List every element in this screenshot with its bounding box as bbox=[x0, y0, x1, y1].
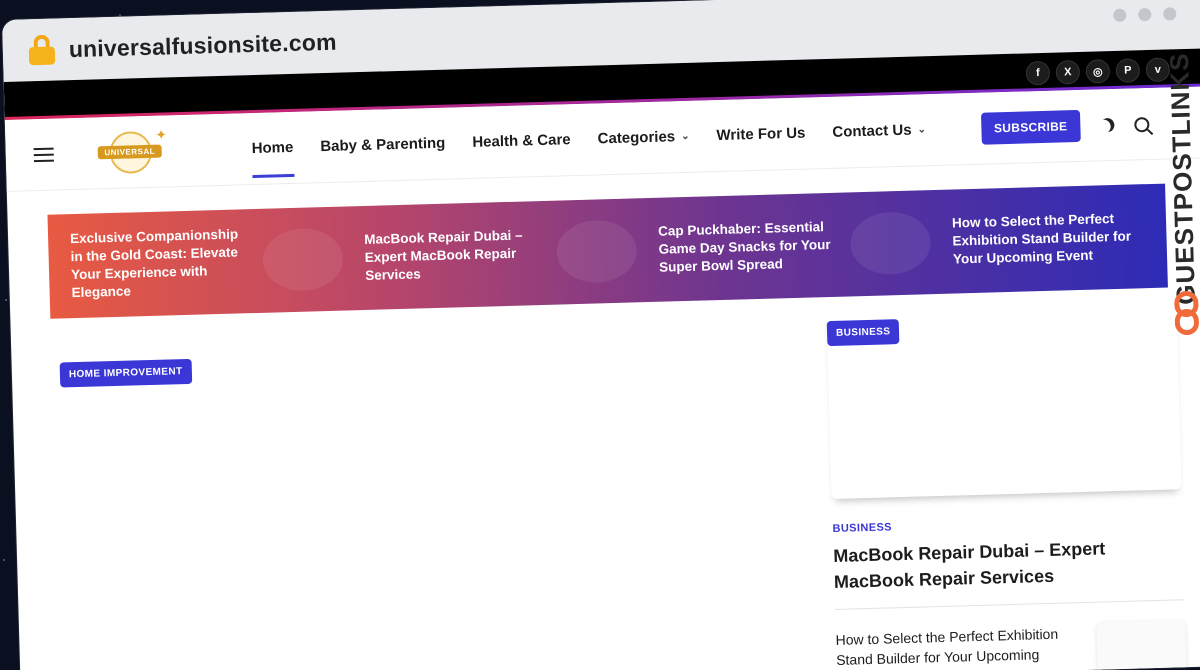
window-dot-icon[interactable] bbox=[1138, 7, 1152, 22]
featured-post-thumbnail[interactable] bbox=[555, 219, 638, 284]
logo-text: UNIVERSAL bbox=[97, 144, 162, 159]
featured-post-title[interactable]: Exclusive Companionship in the Gold Coas… bbox=[70, 225, 252, 302]
sidebar: BUSINESS BUSINESS MacBook Repair Dubai –… bbox=[826, 299, 1187, 670]
pinterest-icon[interactable]: P bbox=[1115, 58, 1141, 83]
sidebar-list-item-title[interactable]: How to Select the Perfect Exhibition Sta… bbox=[835, 623, 1085, 670]
nav-actions: SUBSCRIBE bbox=[980, 108, 1150, 145]
nav-item-categories[interactable]: Categories ⌄ bbox=[597, 101, 691, 175]
lock-icon bbox=[28, 34, 56, 66]
nav-item-health-care[interactable]: Health & Care bbox=[471, 104, 571, 178]
chevron-down-icon: ⌄ bbox=[680, 130, 690, 143]
category-badge-business[interactable]: BUSINESS bbox=[826, 319, 900, 347]
watermark-text: GUESTPOSTLINKS bbox=[1163, 52, 1200, 306]
dark-mode-moon-icon[interactable] bbox=[1098, 116, 1116, 134]
browser-window: universalfusionsite.com f X ◎ P v UNIVER… bbox=[2, 0, 1200, 670]
window-dot-icon[interactable] bbox=[1113, 8, 1127, 22]
facebook-icon[interactable]: f bbox=[1025, 60, 1051, 86]
window-dot-icon[interactable] bbox=[1163, 7, 1177, 21]
featured-post[interactable]: How to Select the Perfect Exhibition Sta… bbox=[930, 209, 1167, 270]
nav-item-label: Health & Care bbox=[472, 131, 571, 151]
nav-item-contact-us[interactable]: Contact Us ⌄ bbox=[831, 94, 927, 168]
sidebar-list-item[interactable]: How to Select the Perfect Exhibition Sta… bbox=[835, 620, 1187, 670]
nav-item-label: Home bbox=[251, 138, 294, 158]
hamburger-menu-icon[interactable] bbox=[33, 147, 54, 162]
nav-item-baby-parenting[interactable]: Baby & Parenting bbox=[319, 108, 446, 182]
featured-post-thumbnail[interactable] bbox=[261, 227, 344, 292]
x-twitter-icon[interactable]: X bbox=[1055, 59, 1081, 85]
site-logo[interactable]: UNIVERSAL ✦ bbox=[97, 126, 178, 174]
instagram-icon[interactable]: ◎ bbox=[1085, 59, 1111, 84]
featured-post[interactable]: Exclusive Companionship in the Gold Coas… bbox=[48, 223, 344, 303]
sidebar-featured-card[interactable]: BUSINESS bbox=[826, 299, 1181, 499]
search-icon[interactable] bbox=[1134, 116, 1150, 132]
featured-post[interactable]: MacBook Repair Dubai – Expert MacBook Re… bbox=[342, 219, 638, 289]
chain-link-icon bbox=[1174, 290, 1200, 336]
nav-item-home[interactable]: Home bbox=[251, 112, 295, 184]
sidebar-post-category[interactable]: BUSINESS bbox=[832, 513, 1182, 535]
address-bar-url[interactable]: universalfusionsite.com bbox=[68, 28, 337, 62]
sidebar-list-item-thumbnail[interactable] bbox=[1095, 620, 1187, 670]
divider bbox=[834, 599, 1185, 610]
featured-post[interactable]: Cap Puckhaber: Essential Game Day Snacks… bbox=[636, 211, 932, 281]
nav-item-label: Baby & Parenting bbox=[320, 134, 446, 156]
nav-item-label: Contact Us bbox=[832, 121, 912, 141]
category-badge-home-improvement[interactable]: HOME IMPROVEMENT bbox=[59, 358, 192, 388]
nav-item-write-for-us[interactable]: Write For Us bbox=[716, 98, 807, 171]
sparkle-icon: ✦ bbox=[155, 125, 168, 143]
featured-post-title[interactable]: MacBook Repair Dubai – Expert MacBook Re… bbox=[364, 226, 545, 285]
featured-posts-strip: Exclusive Companionship in the Gold Coas… bbox=[47, 183, 1168, 319]
sidebar-post-title[interactable]: MacBook Repair Dubai – Expert MacBook Re… bbox=[833, 533, 1184, 595]
nav-item-label: Categories bbox=[597, 128, 676, 148]
featured-post-title[interactable]: How to Select the Perfect Exhibition Sta… bbox=[952, 210, 1133, 269]
nav-item-label: Write For Us bbox=[716, 124, 806, 145]
window-controls bbox=[1113, 7, 1177, 22]
chevron-down-icon: ⌄ bbox=[917, 124, 927, 136]
social-links: f X ◎ P v bbox=[1025, 57, 1171, 86]
subscribe-button[interactable]: SUBSCRIBE bbox=[980, 109, 1081, 145]
featured-post-thumbnail[interactable] bbox=[849, 211, 932, 276]
featured-post-title[interactable]: Cap Puckhaber: Essential Game Day Snacks… bbox=[658, 218, 839, 277]
